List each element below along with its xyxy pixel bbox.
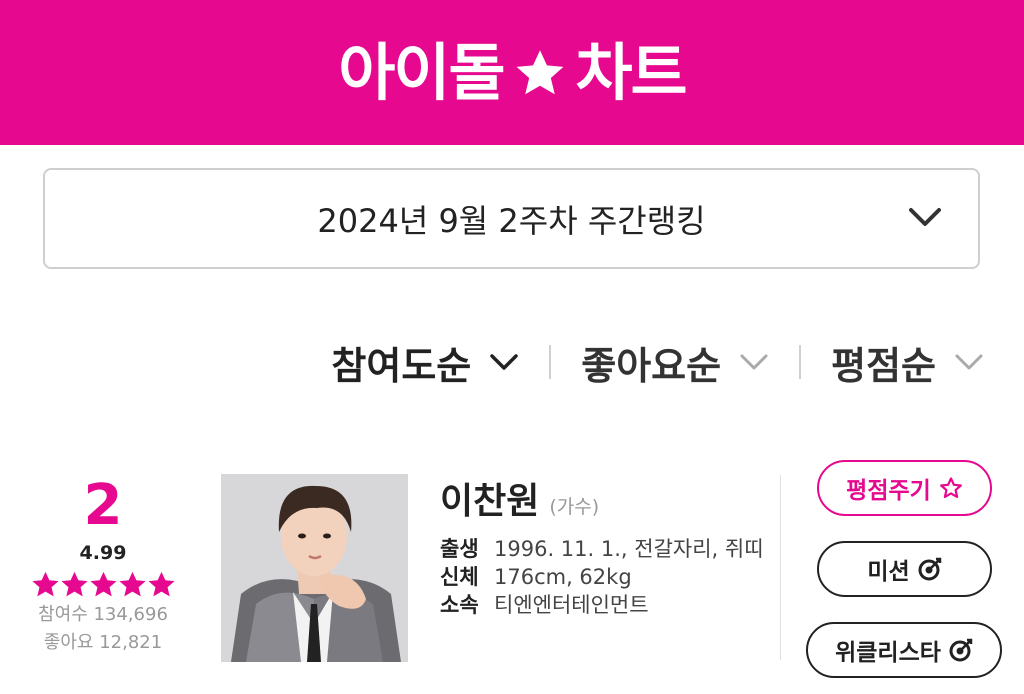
star-icon: [31, 571, 59, 597]
sort-bar: 참여도순 좋아요순 평점순: [331, 330, 984, 394]
sort-tab-label: 좋아요순: [581, 343, 722, 388]
detail-body: 신체 176cm, 62kg: [440, 564, 770, 590]
idol-name[interactable]: 이찬원: [440, 472, 539, 524]
rating-score: 4.99: [79, 542, 127, 564]
mission-button[interactable]: 미션: [817, 541, 992, 597]
detail-key: 출생: [440, 537, 479, 561]
star-rating: [28, 570, 178, 599]
sort-tab-rating[interactable]: 평점순: [831, 335, 984, 390]
star-icon: [89, 571, 117, 597]
divider: [780, 475, 781, 660]
sort-tab-likes[interactable]: 좋아요순: [581, 335, 769, 390]
rank-summary: 2 4.99 참여수 134,696 좋아요 12,821: [28, 478, 178, 655]
idol-info: 이찬원 (가수) 출생 1996. 11. 1., 전갈자리, 쥐띠 신체 17…: [440, 472, 770, 620]
rank-number: 2: [83, 473, 123, 538]
mission-button-label: 미션: [867, 559, 910, 585]
detail-key: 소속: [440, 593, 479, 617]
chevron-down-icon: [740, 354, 768, 370]
chevron-down-icon: [490, 354, 519, 370]
detail-value: 1996. 11. 1., 전갈자리, 쥐띠: [494, 537, 764, 561]
weekly-star-button[interactable]: 위클리스타: [806, 622, 1002, 678]
logo-text-right: 차트: [575, 35, 688, 109]
divider: [799, 345, 802, 379]
detail-value: 176cm, 62kg: [494, 565, 632, 589]
detail-agency: 소속 티엔엔터테인먼트: [440, 592, 770, 618]
star-outline-icon: [939, 477, 962, 498]
divider: [549, 345, 552, 379]
logo-text-left: 아이돌: [338, 35, 505, 109]
idol-job: (가수): [549, 496, 600, 518]
detail-key: 신체: [440, 565, 479, 589]
sort-tab-participation[interactable]: 참여도순: [331, 335, 519, 390]
rate-button-label: 평점주기: [846, 478, 931, 504]
weekly-star-button-label: 위클리스타: [835, 640, 941, 666]
target-icon: [918, 557, 941, 581]
profile-photo[interactable]: [221, 474, 408, 662]
target-icon: [949, 638, 973, 662]
profile-photo-image: [221, 474, 408, 662]
star-icon: [516, 49, 563, 94]
participant-count: 참여수 134,696: [38, 604, 168, 625]
chevron-down-icon: [909, 208, 941, 226]
detail-birth: 출생 1996. 11. 1., 전갈자리, 쥐띠: [440, 536, 770, 562]
app-logo[interactable]: 아이돌 차트: [338, 35, 688, 109]
sort-tab-label: 평점순: [831, 343, 936, 388]
star-icon: [118, 571, 146, 597]
week-selector-label: 2024년 9월 2주차 주간랭킹: [317, 201, 706, 240]
sort-tab-label: 참여도순: [331, 343, 472, 388]
week-selector[interactable]: 2024년 9월 2주차 주간랭킹: [43, 168, 980, 269]
app-header: 아이돌 차트: [0, 0, 1024, 145]
star-icon: [147, 571, 175, 597]
star-icon: [60, 571, 88, 597]
detail-value: 티엔엔터테인먼트: [494, 593, 649, 617]
chevron-down-icon: [955, 354, 983, 370]
rate-button[interactable]: 평점주기: [817, 460, 992, 516]
like-count: 좋아요 12,821: [43, 632, 163, 653]
